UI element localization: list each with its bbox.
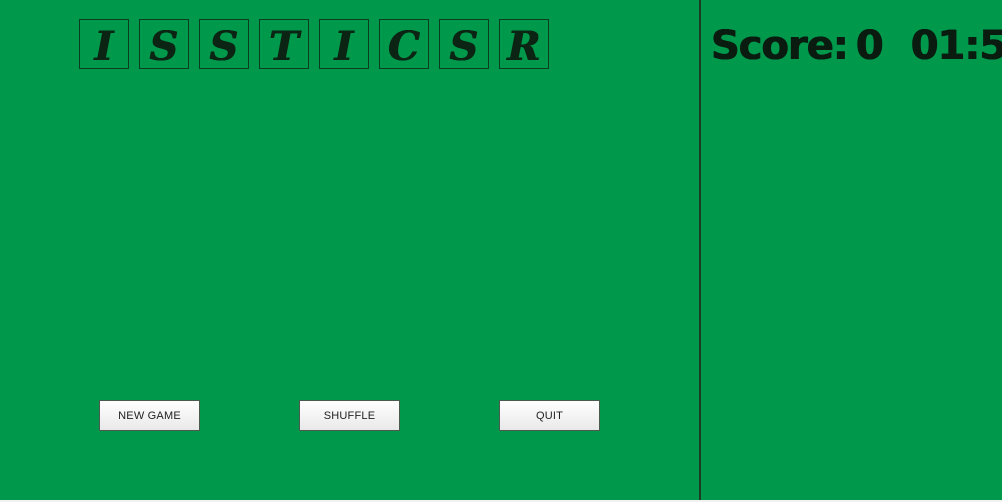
letter-tile-8[interactable]: R [499, 19, 549, 69]
letter-tile-3[interactable]: S [199, 19, 249, 69]
shuffle-label: SHUFFLE [323, 409, 376, 422]
score-label: Score: [711, 23, 849, 69]
quit-button[interactable]: QUIT [499, 400, 600, 431]
tile-letter-7: S [449, 23, 479, 70]
tile-letter-3: S [209, 23, 239, 70]
score-display: Score: 0 [711, 23, 884, 69]
new-game-button[interactable]: NEW GAME [99, 400, 200, 431]
new-game-label: NEW GAME [118, 409, 181, 422]
letter-tile-6[interactable]: C [379, 19, 429, 69]
score-panel: Score: 0 01:56 [699, 0, 1002, 500]
letter-tile-5[interactable]: I [319, 19, 369, 69]
tile-letter-4: T [269, 23, 299, 70]
tile-letter-1: I [94, 23, 114, 70]
letter-tile-2[interactable]: S [139, 19, 189, 69]
letter-tile-1[interactable]: I [79, 19, 129, 69]
play-area: I S S T I C S R NEW GAME SHUFFLE QUIT [0, 0, 699, 500]
tile-letter-2: S [149, 23, 179, 70]
score-value: 0 [855, 23, 884, 69]
timer-display: 01:56 [910, 23, 1002, 69]
letter-tile-4[interactable]: T [259, 19, 309, 69]
quit-label: QUIT [535, 409, 564, 422]
letter-tile-7[interactable]: S [439, 19, 489, 69]
game-board: I S S T I C S R NEW GAME SHUFFLE QUIT Sc… [0, 0, 1002, 502]
shuffle-button[interactable]: SHUFFLE [299, 400, 400, 431]
score-header: Score: 0 01:56 [711, 20, 1002, 69]
tile-letter-6: C [388, 23, 420, 70]
tile-letter-5: I [334, 23, 354, 70]
tile-letter-8: R [507, 23, 541, 70]
